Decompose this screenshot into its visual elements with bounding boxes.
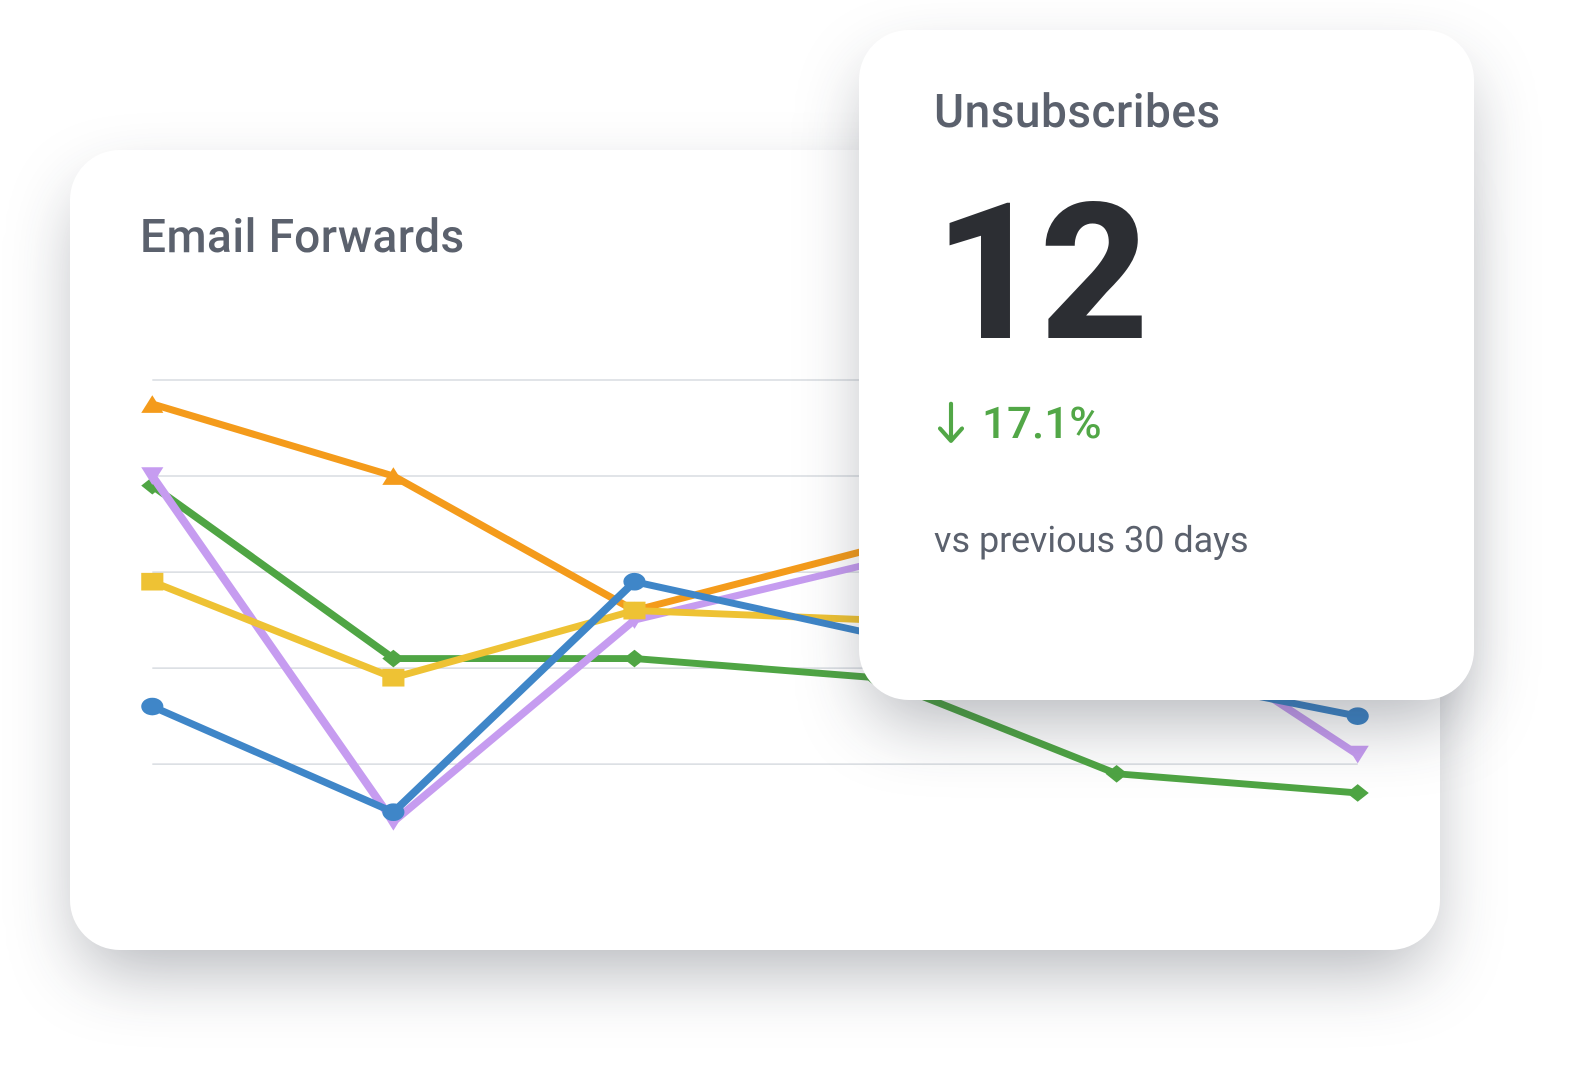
kpi-delta-text: 17.1% xyxy=(982,397,1102,449)
chart-point xyxy=(382,803,404,821)
chart-point xyxy=(1347,746,1369,764)
arrow-down-icon xyxy=(934,401,968,445)
chart-point xyxy=(623,650,645,668)
chart-point xyxy=(382,669,404,687)
chart-point xyxy=(141,573,163,591)
chart-point xyxy=(623,602,645,620)
chart-point xyxy=(1347,707,1369,725)
kpi-delta: 17.1% xyxy=(934,397,1404,449)
kpi-value: 12 xyxy=(934,179,1404,369)
chart-point xyxy=(623,573,645,591)
chart-point xyxy=(141,698,163,716)
chart-point xyxy=(1347,784,1369,802)
kpi-compare-text: vs previous 30 days xyxy=(934,519,1404,561)
kpi-title: Unsubscribes xyxy=(934,85,1404,139)
unsubscribes-card: Unsubscribes 12 17.1% vs previous 30 day… xyxy=(859,30,1474,700)
